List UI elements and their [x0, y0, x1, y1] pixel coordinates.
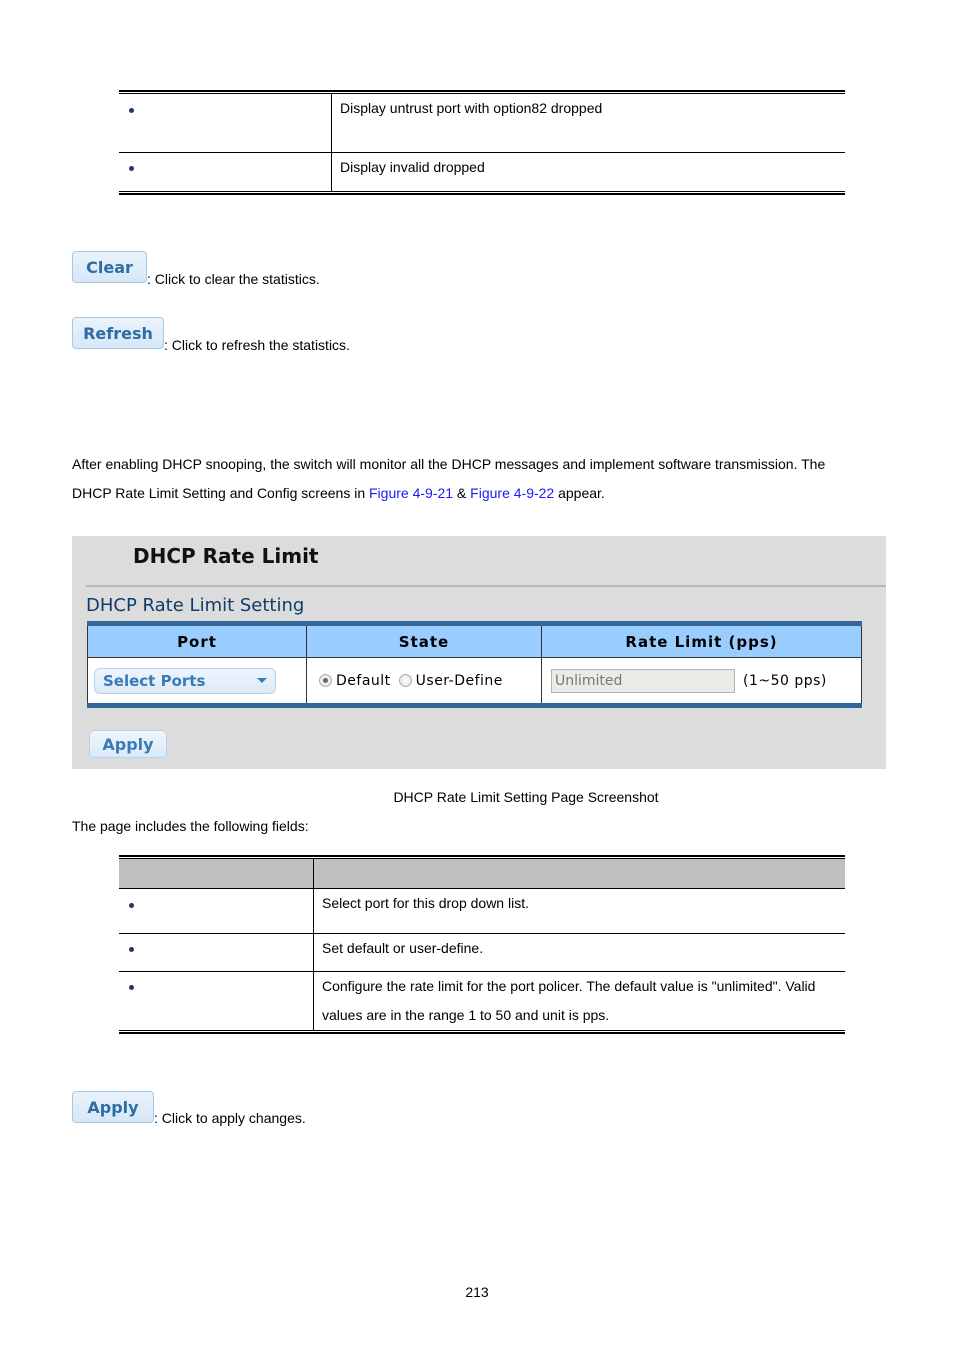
refresh-button[interactable]: Refresh [72, 317, 164, 349]
intro-text: DHCP Rate Limit Setting and Config scree… [72, 485, 369, 501]
row-description: Configure the rate limit for the port po… [313, 972, 845, 1030]
column-header-state: State [307, 626, 541, 658]
figure-caption: DHCP Rate Limit Setting Page Screenshot [393, 789, 659, 805]
table-row: Configure the rate limit for the port po… [119, 972, 845, 1030]
radio-default[interactable] [319, 674, 332, 687]
panel-apply-button[interactable]: Apply [89, 730, 167, 758]
column-header-rate-limit: Rate Limit (pps) [542, 626, 861, 658]
intro-paragraph: After enabling DHCP snooping, the switch… [72, 450, 825, 508]
header-cell-object [119, 859, 313, 888]
rate-limit-range: (1~50 pps) [743, 672, 827, 689]
intro-line-2: DHCP Rate Limit Setting and Config scree… [72, 479, 825, 508]
table-row: Select port for this drop down list. [119, 889, 845, 934]
refresh-caption: : Click to refresh the statistics. [164, 337, 350, 353]
panel-title: DHCP Rate Limit [133, 544, 319, 568]
divider [86, 585, 886, 587]
state-cell: Default User-Define [307, 658, 541, 703]
row-description: Select port for this drop down list. [313, 889, 845, 933]
intro-text: & [453, 485, 471, 501]
apply-button[interactable]: Apply [72, 1091, 154, 1123]
panel-subtitle: DHCP Rate Limit Setting [86, 595, 305, 616]
radio-user-define-label: User-Define [415, 672, 503, 689]
table-row: Display invalid dropped [119, 153, 845, 191]
page-number: 213 [465, 1284, 489, 1300]
bullet-icon [129, 947, 134, 952]
row-description: Display invalid dropped [331, 153, 845, 191]
rate-limit-input[interactable]: Unlimited [551, 668, 735, 693]
select-ports-label: Select Ports [103, 671, 206, 690]
rate-limit-setting-table: Port State Rate Limit (pps) Select Ports… [87, 621, 862, 708]
dhcp-rate-limit-screenshot: DHCP Rate Limit DHCP Rate Limit Setting … [72, 536, 886, 769]
table-header-row [119, 859, 845, 889]
row-description: Set default or user-define. [313, 934, 845, 971]
bullet-icon [129, 166, 134, 171]
select-ports-dropdown[interactable]: Select Ports [94, 667, 276, 694]
description-line: Configure the rate limit for the port po… [322, 978, 816, 994]
port-cell: Select Ports [88, 658, 306, 703]
bullet-icon [129, 985, 134, 990]
row-description: Display untrust port with option82 dropp… [331, 94, 845, 152]
radio-user-define[interactable] [398, 674, 412, 687]
fields-table: Select port for this drop down list. Set… [119, 855, 845, 1035]
table-row: Set default or user-define. [119, 934, 845, 972]
table-bottom-bar [87, 703, 862, 708]
figure-link-2[interactable]: Figure 4-9-22 [470, 485, 554, 501]
bullet-icon [129, 108, 134, 113]
fields-intro: The page includes the following fields: [72, 818, 309, 834]
table-bottom-rule [119, 1030, 845, 1034]
table-row: Display untrust port with option82 dropp… [119, 94, 845, 153]
apply-caption: : Click to apply changes. [154, 1110, 306, 1126]
clear-caption: : Click to clear the statistics. [147, 271, 320, 287]
column-header-port: Port [88, 626, 306, 658]
intro-text: appear. [554, 485, 605, 501]
figure-link-1[interactable]: Figure 4-9-21 [369, 485, 453, 501]
radio-default-label: Default [336, 672, 391, 689]
chevron-down-icon [257, 678, 267, 683]
rate-limit-cell: Unlimited (1~50 pps) [542, 658, 861, 703]
description-line: values are in the range 1 to 50 and unit… [322, 1007, 610, 1023]
statistics-fields-table: Display untrust port with option82 dropp… [119, 90, 845, 196]
bullet-icon [129, 903, 134, 908]
table-bottom-rule [119, 191, 845, 195]
intro-line-1: After enabling DHCP snooping, the switch… [72, 456, 826, 472]
header-cell-description [313, 859, 845, 888]
clear-button[interactable]: Clear [72, 251, 147, 283]
